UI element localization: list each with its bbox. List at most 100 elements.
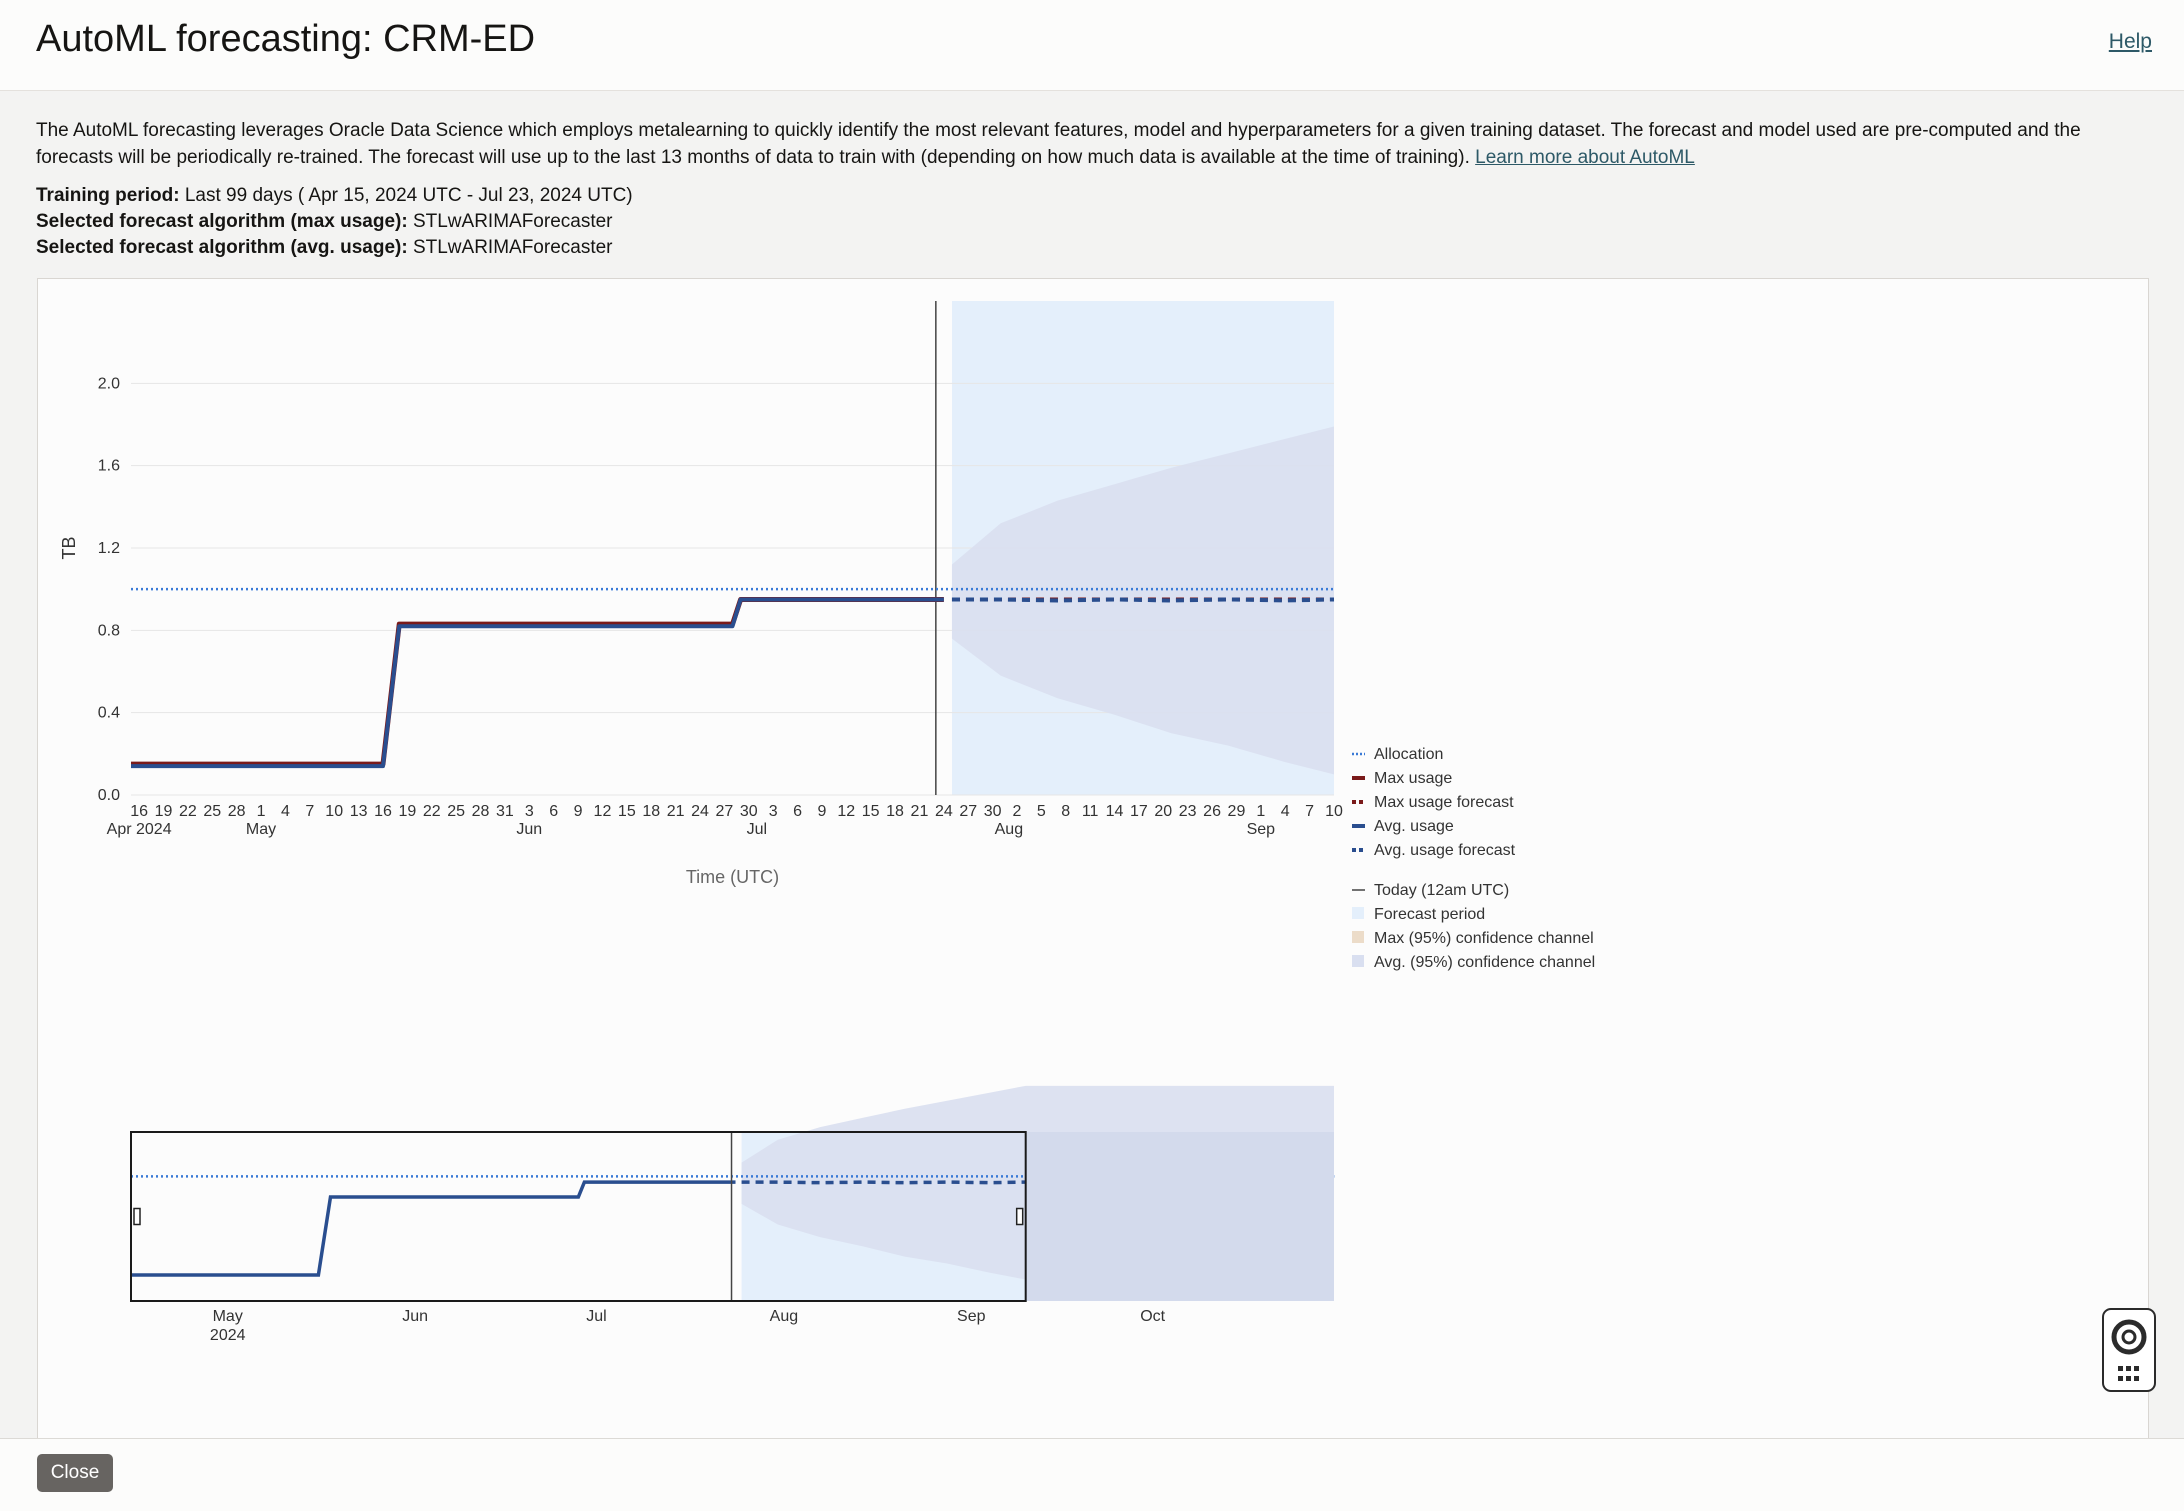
x-axis-label: Time (UTC) <box>686 867 779 887</box>
x-tick-label: 12 <box>594 803 612 820</box>
navigator-left-handle[interactable] <box>133 1207 141 1226</box>
navigator-month-label: Jul <box>586 1308 606 1325</box>
x-month-label: Jun <box>516 821 542 838</box>
learn-more-link[interactable]: Learn more about AutoML <box>1475 147 1695 168</box>
forecast-chart-card: 0.0 0.4 0.8 1.2 1.6 2.0 TB 16 19 22 25 28 1 4 7 10 13 16 1… <box>37 278 2149 1439</box>
legend-label-forecast-period: Forecast period <box>1374 906 1485 923</box>
x-tick-label: 18 <box>886 803 904 820</box>
avg-algorithm-value: STLwARIMAForecaster <box>412 237 613 258</box>
x-tick-label: 23 <box>1179 803 1197 820</box>
navigator-month-label: Oct <box>1140 1308 1165 1325</box>
help-link[interactable]: Help <box>2109 30 2152 54</box>
x-tick-label: 13 <box>350 803 368 820</box>
legend-label-today-am-utc: Today (12am UTC) <box>1374 882 1509 899</box>
x-tick-label: 21 <box>911 803 929 820</box>
x-tick-label: 15 <box>618 803 636 820</box>
x-tick-label: 29 <box>1228 803 1246 820</box>
max-algorithm-row: Selected forecast algorithm (max usage):… <box>36 209 2156 235</box>
x-tick-label: 18 <box>642 803 660 820</box>
x-tick-label: 19 <box>398 803 416 820</box>
legend-label-allocation: Allocation <box>1374 746 1443 763</box>
x-tick-label: 7 <box>305 803 314 820</box>
x-month-label: Jul <box>747 821 767 838</box>
x-tick-label: 30 <box>984 803 1002 820</box>
legend-label-max-usage: Max usage <box>1374 770 1452 787</box>
legend-label-avg-confidence-channel: Avg. (95%) confidence channel <box>1374 954 1595 971</box>
x-month-label: Sep <box>1247 821 1276 838</box>
training-period-label: Training period: <box>36 185 180 206</box>
dialog-footer: Close <box>0 1438 2184 1511</box>
x-tick-label: 11 <box>1082 803 1099 820</box>
x-tick-label: 10 <box>325 803 343 820</box>
legend-swatch-avg-confidence-channel <box>1352 955 1364 967</box>
x-tick-label: 1 <box>1256 803 1265 820</box>
x-tick-label: 31 <box>496 803 514 820</box>
x-tick-label: 4 <box>1281 803 1290 820</box>
description-paragraph: The AutoML forecasting leverages Oracle … <box>36 117 2156 171</box>
y-tick-label: 0.0 <box>98 787 120 804</box>
y-tick-label: 0.8 <box>98 622 120 639</box>
legend-label-max-usage-forecast: Max usage forecast <box>1374 794 1514 811</box>
x-tick-label: 6 <box>549 803 558 820</box>
y-tick-label: 1.2 <box>98 540 120 557</box>
navigator-series-avg-usage-forecast <box>741 1180 1026 1185</box>
y-tick-label: 0.4 <box>98 705 120 722</box>
x-tick-label: 27 <box>959 803 977 820</box>
x-month-label: Apr 2024 <box>107 821 172 838</box>
y-tick-label: 2.0 <box>98 375 120 392</box>
forecast-chart[interactable]: 0.00.40.81.21.62.0TB16 19 22 25 28 1 4 7 10 13 16 1… <box>38 279 2148 1439</box>
x-tick-label: 28 <box>472 803 490 820</box>
x-tick-label: 1 <box>257 803 266 820</box>
x-tick-label: 20 <box>1154 803 1172 820</box>
legend-label-max-confidence-channel: Max (95%) confidence channel <box>1374 930 1594 947</box>
x-tick-label: 24 <box>935 803 953 820</box>
close-button[interactable]: Close <box>37 1454 113 1492</box>
x-tick-label: 8 <box>1061 803 1070 820</box>
x-month-label: May <box>246 821 276 838</box>
x-tick-label: 24 <box>691 803 709 820</box>
help-widget-button[interactable] <box>2102 1308 2156 1392</box>
x-tick-label: 5 <box>1037 803 1046 820</box>
x-tick-label: 9 <box>817 803 826 820</box>
x-tick-label: 26 <box>1203 803 1221 820</box>
navigator-month-label: Sep <box>957 1308 986 1325</box>
navigator-series-avg-usage <box>131 1180 736 1277</box>
x-tick-label: 2 <box>1013 803 1022 820</box>
description-text: The AutoML forecasting leverages Oracle … <box>36 120 2081 168</box>
x-tick-label: 4 <box>281 803 290 820</box>
main-content: The AutoML forecasting leverages Oracle … <box>36 90 2156 261</box>
x-month-label: Aug <box>995 821 1023 838</box>
legend-swatch-max-confidence-channel <box>1352 931 1364 943</box>
y-axis-label: TB <box>59 536 79 559</box>
x-tick-label: 17 <box>1130 803 1148 820</box>
page-header: AutoML forecasting: CRM-ED Help <box>0 0 2184 91</box>
legend-label-avg-usage-forecast: Avg. usage forecast <box>1374 842 1516 859</box>
forecast-details: Training period: Last 99 days ( Apr 15, … <box>36 183 2156 261</box>
navigator-month-label: May <box>213 1308 243 1325</box>
x-tick-label: 21 <box>667 803 685 820</box>
series-line-max-usage <box>131 596 944 767</box>
x-tick-label: 3 <box>769 803 778 820</box>
x-tick-label: 16 <box>374 803 392 820</box>
x-tick-label: 7 <box>1305 803 1314 820</box>
navigator-right-handle[interactable] <box>1015 1207 1024 1226</box>
x-tick-label: 19 <box>155 803 173 820</box>
page-title: AutoML forecasting: CRM-ED <box>36 18 536 60</box>
x-tick-label: 16 <box>130 803 148 820</box>
max-algorithm-label: Selected forecast algorithm (max usage): <box>36 211 408 232</box>
series-line-avg-usage <box>131 597 944 769</box>
navigator-unselected-overlay <box>1025 1132 1334 1301</box>
navigator-month-label: Aug <box>770 1308 798 1325</box>
x-tick-label: 27 <box>715 803 733 820</box>
x-tick-label: 22 <box>179 803 197 820</box>
x-tick-label: 22 <box>423 803 441 820</box>
x-tick-label: 6 <box>793 803 802 820</box>
x-tick-label: 25 <box>447 803 465 820</box>
x-tick-label: 25 <box>203 803 221 820</box>
navigator-year-label: 2024 <box>210 1327 246 1344</box>
x-tick-label: 28 <box>228 803 246 820</box>
x-tick-label: 15 <box>862 803 880 820</box>
x-tick-label: 30 <box>740 803 758 820</box>
max-algorithm-value: STLwARIMAForecaster <box>412 211 613 232</box>
x-tick-label: 9 <box>574 803 583 820</box>
